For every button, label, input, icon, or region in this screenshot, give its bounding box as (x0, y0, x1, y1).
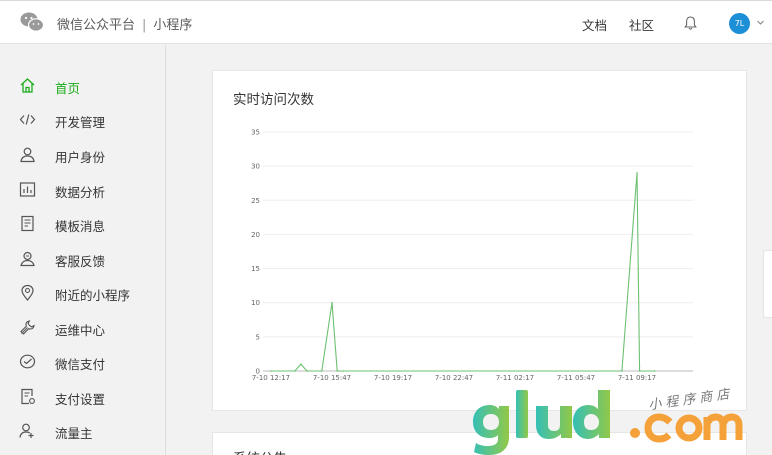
sidebar-item-label: 用户身份 (55, 150, 106, 165)
brand-title[interactable]: 微信公众平台 | 小程序 (57, 14, 192, 33)
wechat-logo-icon (20, 12, 44, 32)
x-tick-label: 7-10 15:47 (313, 374, 351, 382)
x-tick-label: 7-11 05:47 (557, 374, 595, 382)
data-point[interactable] (270, 370, 272, 372)
data-point[interactable] (331, 301, 333, 304)
traffic-owner-icon (19, 423, 34, 438)
customer-service-icon (20, 251, 35, 267)
y-tick-label: 20 (251, 231, 260, 239)
home-icon (20, 78, 35, 93)
document-icon (21, 215, 34, 232)
sidebar-item-label: 流量主 (55, 426, 93, 441)
sidebar-item-wechat-pay[interactable]: 微信支付 (0, 347, 166, 377)
sidebar-item-label: 客服反馈 (55, 254, 106, 269)
sidebar: 首页 开发管理 用户身份 数据分析 模板消息 客服反馈 附近的小程序 运维中心 … (0, 45, 166, 455)
sidebar-item-template-messages[interactable]: 模板消息 (0, 209, 166, 239)
y-tick-label: 15 (251, 265, 260, 273)
x-tick-label: 7-11 02:17 (496, 374, 534, 382)
chevron-down-icon[interactable] (756, 18, 765, 27)
sidebar-item-label: 模板消息 (55, 219, 106, 234)
user-icon (20, 147, 35, 163)
product-name: 小程序 (153, 18, 193, 33)
sidebar-item-label: 开发管理 (55, 115, 106, 130)
docs-link[interactable]: 文档 (582, 15, 607, 34)
data-point[interactable] (638, 370, 641, 372)
sidebar-item-nearby-mini-programs[interactable]: 附近的小程序 (0, 278, 166, 308)
sidebar-item-label: 支付设置 (55, 392, 106, 407)
y-tick-label: 25 (251, 197, 260, 205)
data-point[interactable] (336, 370, 339, 372)
platform-name: 微信公众平台 (57, 18, 136, 33)
bell-icon[interactable] (683, 15, 698, 31)
sidebar-item-traffic-owner[interactable]: 流量主 (0, 416, 166, 446)
sidebar-item-label: 附近的小程序 (55, 288, 131, 303)
location-pin-icon (21, 284, 34, 301)
sidebar-item-label: 微信支付 (55, 357, 106, 372)
x-tick-label: 7-10 19:17 (374, 374, 412, 382)
sidebar-item-data-analysis[interactable]: 数据分析 (0, 175, 166, 205)
data-point[interactable] (342, 370, 345, 372)
sidebar-item-label: 数据分析 (55, 185, 106, 200)
data-point[interactable] (294, 370, 296, 372)
y-tick-label: 10 (251, 299, 260, 307)
top-header: 微信公众平台 | 小程序 文档 社区 7L (0, 0, 772, 44)
sidebar-item-operations-center[interactable]: 运维中心 (0, 313, 166, 343)
visits-line-chart: 05101520253035 7-10 12:17 7-10 15:47 7-10 … (251, 129, 693, 382)
community-link[interactable]: 社区 (629, 15, 654, 34)
data-point[interactable] (321, 370, 323, 372)
y-tick-label: 35 (251, 129, 260, 137)
wrench-icon (20, 320, 35, 335)
sidebar-item-development[interactable]: 开发管理 (0, 105, 166, 135)
y-tick-label: 5 (256, 333, 260, 341)
realtime-visits-card: 实时访问次数 0 5 10 15 20 25 30 35 7-10 12:17 7-10 15:… (212, 70, 747, 411)
data-point[interactable] (306, 370, 308, 372)
bar-chart-icon (19, 182, 36, 197)
watermark-logo: 小 程 序 商 店 (473, 387, 743, 455)
svg-text:小 程 序 商 店: 小 程 序 商 店 (647, 387, 732, 413)
sidebar-item-label: 首页 (55, 81, 81, 96)
x-tick-label: 7-10 22:47 (435, 374, 473, 382)
x-tick-label: 7-10 12:17 (252, 374, 290, 382)
sidebar-item-label: 运维中心 (55, 323, 106, 338)
sidebar-item-user-identity[interactable]: 用户身份 (0, 140, 166, 170)
code-icon (19, 114, 36, 125)
x-tick-label: 7-11 09:17 (618, 374, 656, 382)
data-point[interactable] (621, 370, 623, 372)
data-point[interactable] (653, 370, 656, 372)
sidebar-item-customer-service[interactable]: 客服反馈 (0, 244, 166, 274)
y-tick-label: 30 (251, 163, 260, 171)
card-title: 系统公告 (233, 447, 287, 455)
wechat-pay-icon (19, 354, 36, 369)
floating-side-tab[interactable] (763, 250, 772, 318)
brand-separator: | (142, 18, 147, 33)
sidebar-item-home[interactable]: 首页 (0, 71, 166, 101)
series-line (271, 172, 655, 372)
data-point[interactable] (300, 363, 302, 365)
data-point[interactable] (636, 172, 638, 174)
sidebar-item-payment-settings[interactable]: 支付设置 (0, 382, 166, 412)
avatar[interactable]: 7L (729, 13, 750, 34)
payment-settings-icon (21, 388, 35, 405)
